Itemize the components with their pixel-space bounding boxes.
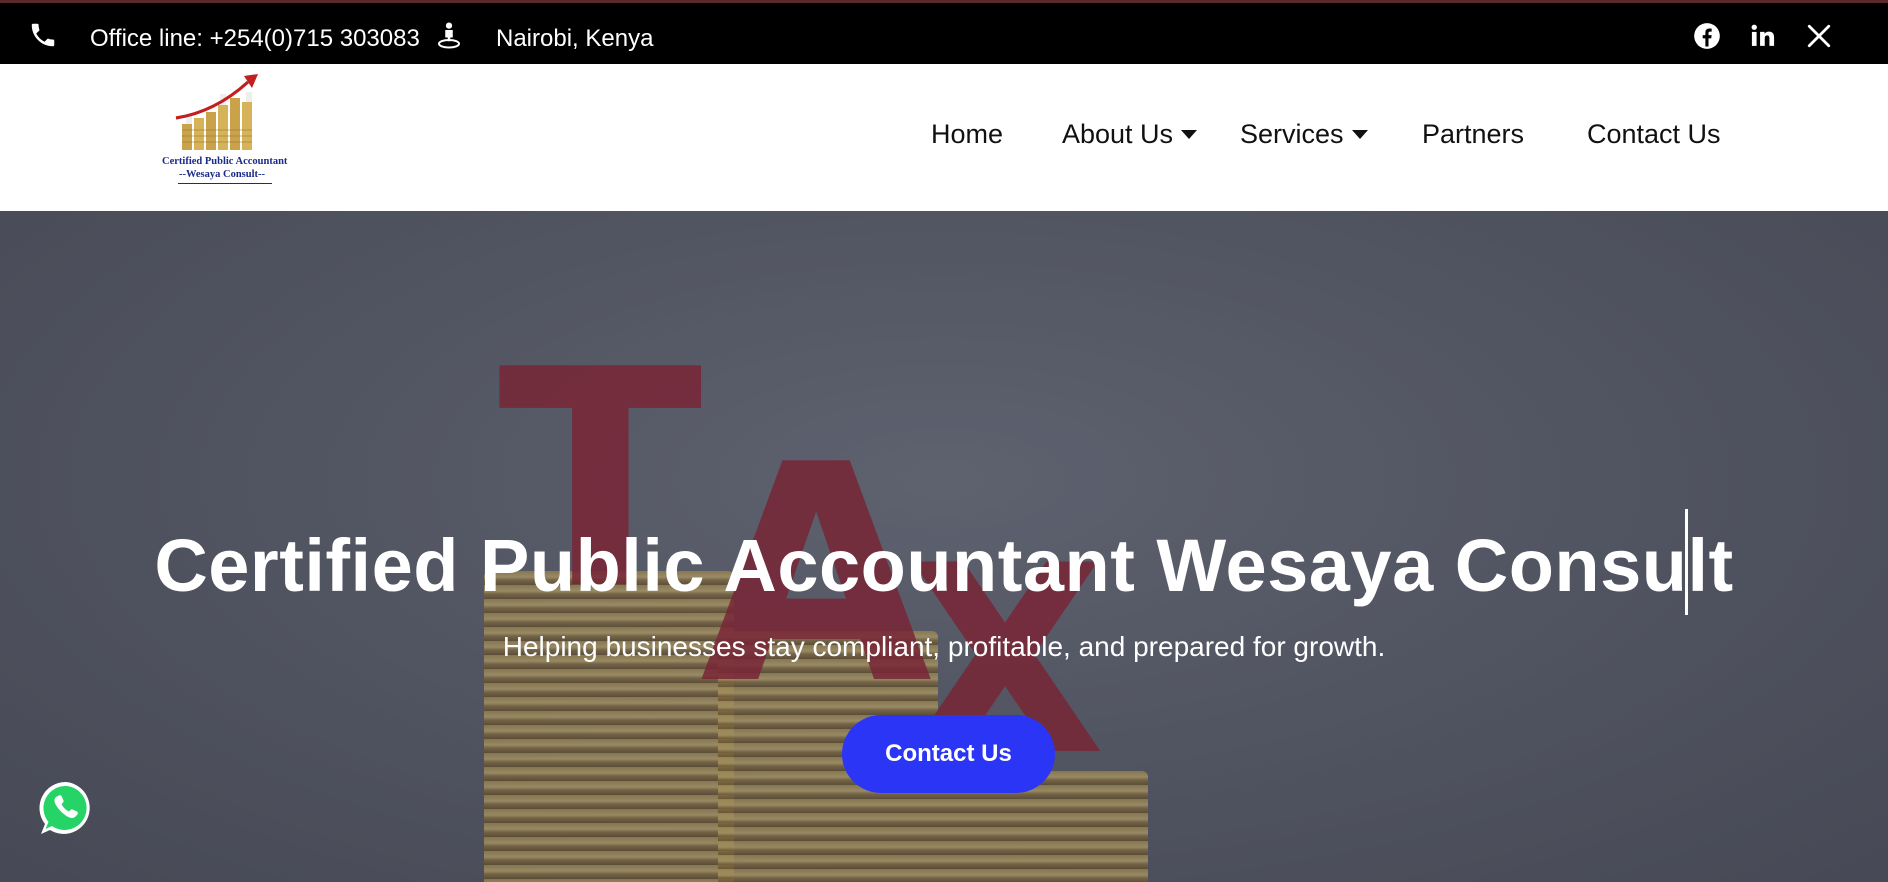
hero-section: T A X Certified Public Accountant Wesaya… (0, 211, 1888, 882)
x-icon[interactable] (1804, 21, 1834, 51)
linkedin-icon[interactable] (1748, 21, 1778, 51)
nav-home[interactable]: Home (931, 119, 1003, 150)
phone-icon (28, 20, 58, 57)
location: Nairobi, Kenya (434, 20, 653, 57)
nav-home-label: Home (931, 119, 1004, 149)
logo-underline (178, 183, 272, 184)
location-text: Nairobi, Kenya (496, 24, 654, 52)
office-line: Office line: +254(0)715 303083 (28, 20, 420, 57)
typing-cursor (1685, 509, 1688, 615)
logo-line2: --Wesaya Consult-- (178, 169, 266, 180)
main-nav: Home About Us Services Partners Contact … (0, 119, 1888, 159)
whatsapp-icon[interactable] (36, 778, 96, 838)
site-header: Certified Public Accountant --Wesaya Con… (0, 64, 1888, 211)
nav-about-us-label: About Us (1062, 119, 1174, 149)
nav-services[interactable]: Services (1240, 119, 1368, 150)
hero-title: Certified Public Accountant Wesaya Consu… (154, 524, 1734, 607)
social-links (1692, 21, 1834, 51)
chevron-down-icon (1351, 130, 1368, 139)
location-person-icon (434, 20, 464, 57)
nav-partners-label: Partners (1422, 119, 1525, 149)
nav-services-label: Services (1240, 119, 1344, 149)
nav-about-us[interactable]: About Us (1062, 119, 1198, 150)
nav-partners[interactable]: Partners (1422, 119, 1524, 150)
chevron-down-icon (1181, 130, 1198, 139)
nav-contact-us-label: Contact Us (1587, 119, 1721, 149)
facebook-icon[interactable] (1692, 21, 1722, 51)
hero-subtitle: Helping businesses stay compliant, profi… (502, 631, 1386, 662)
office-line-text: Office line: +254(0)715 303083 (90, 24, 420, 52)
contact-us-button[interactable]: Contact Us (842, 715, 1055, 793)
contact-us-button-label: Contact Us (885, 740, 1012, 767)
top-contact-bar: Office line: +254(0)715 303083 Nairobi, … (0, 0, 1888, 64)
nav-contact-us[interactable]: Contact Us (1587, 119, 1721, 150)
